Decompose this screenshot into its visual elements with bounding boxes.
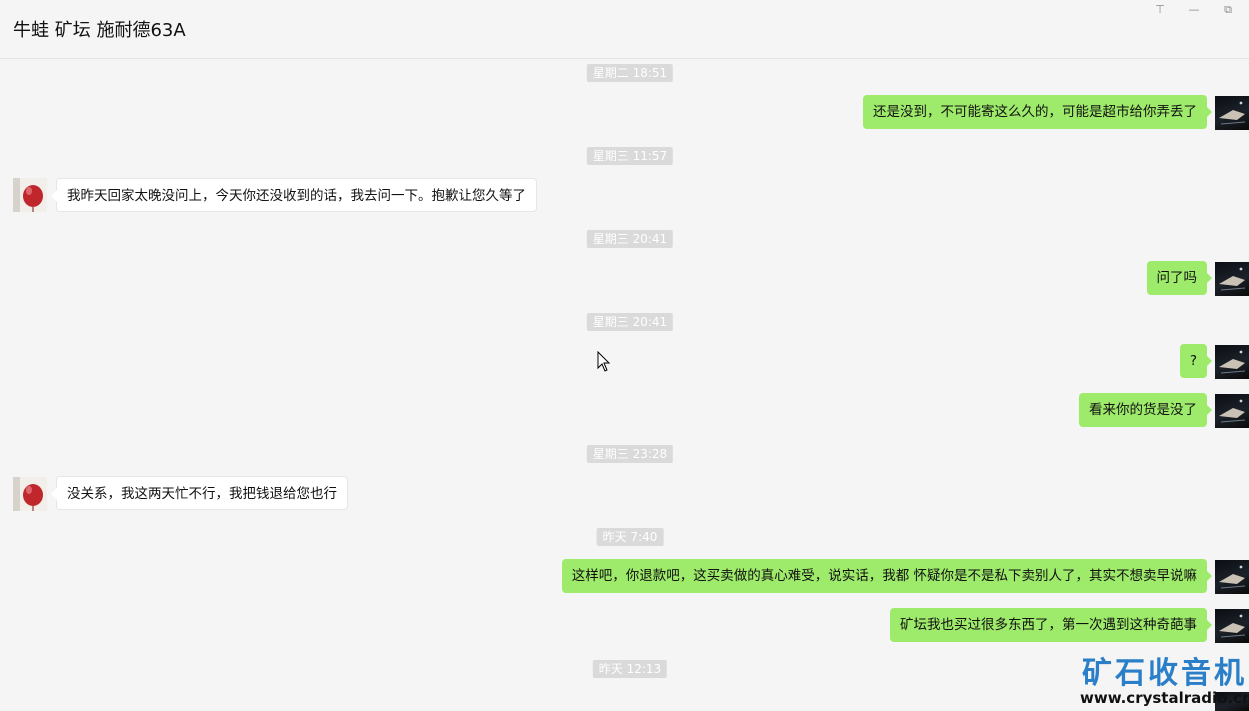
chat-title: 牛蛙 矿坛 施耐德63A <box>13 20 186 41</box>
avatar-image-icon <box>1219 614 1246 638</box>
avatar-image-icon <box>1219 565 1246 589</box>
my-message-bubble[interactable]: 还是没到，不可能寄这么久的，可能是超市给你弄丢了 <box>863 95 1212 129</box>
watermark-url: www.crystalradio.cn <box>1080 689 1249 707</box>
avatar-image-icon <box>1219 267 1246 291</box>
restore-icon[interactable]: ⧉ <box>1219 2 1237 18</box>
my-message-bubble[interactable]: 问了吗 <box>1146 261 1212 295</box>
my-message-bubble[interactable]: 矿坛我也买过很多东西了，第一次遇到这种奇葩事 <box>890 608 1212 642</box>
my-avatar[interactable] <box>1215 609 1249 643</box>
avatar-image-icon <box>1219 399 1246 423</box>
chat-header: 牛蛙 矿坛 施耐德63A ⊤ — ⧉ <box>0 0 1249 59</box>
timestamp: 星期三 20:41 <box>586 230 674 248</box>
contact-avatar[interactable] <box>13 477 47 511</box>
watermark-title: 矿石收音机 <box>1082 656 1247 691</box>
timestamp: 星期二 18:51 <box>586 64 674 82</box>
timestamp: 星期三 20:41 <box>586 313 674 331</box>
avatar-image-icon <box>1219 350 1246 374</box>
my-message-bubble[interactable]: 这样吧，你退款吧，这买卖做的真心难受，说实话，我都 怀疑你是不是私下卖别人了，其… <box>561 559 1213 593</box>
balloon-icon <box>13 477 43 511</box>
contact-avatar[interactable] <box>13 178 47 212</box>
my-avatar[interactable] <box>1215 394 1249 428</box>
mouse-cursor-icon <box>597 351 611 372</box>
pin-icon[interactable]: ⊤ <box>1151 2 1169 18</box>
my-avatar[interactable] <box>1215 262 1249 296</box>
contact-message-bubble[interactable]: 没关系，我这两天忙不行，我把钱退给您也行 <box>51 476 348 510</box>
my-avatar[interactable] <box>1215 345 1249 379</box>
my-message-bubble[interactable]: 看来你的货是没了 <box>1079 393 1212 427</box>
my-avatar[interactable] <box>1215 96 1249 130</box>
timestamp: 星期三 23:28 <box>586 445 674 463</box>
timestamp: 昨天 12:13 <box>592 660 668 678</box>
minimize-icon[interactable]: — <box>1185 2 1203 18</box>
contact-message-bubble[interactable]: 我昨天回家太晚没问上，今天你还没收到的话，我去问一下。抱歉让您久等了 <box>51 178 537 212</box>
avatar-image-icon <box>1219 101 1246 125</box>
balloon-icon <box>13 178 43 212</box>
timestamp: 星期三 11:57 <box>586 147 674 165</box>
my-message-bubble[interactable]: ? <box>1179 344 1213 378</box>
my-avatar[interactable] <box>1215 560 1249 594</box>
timestamp: 昨天 7:40 <box>596 528 664 546</box>
